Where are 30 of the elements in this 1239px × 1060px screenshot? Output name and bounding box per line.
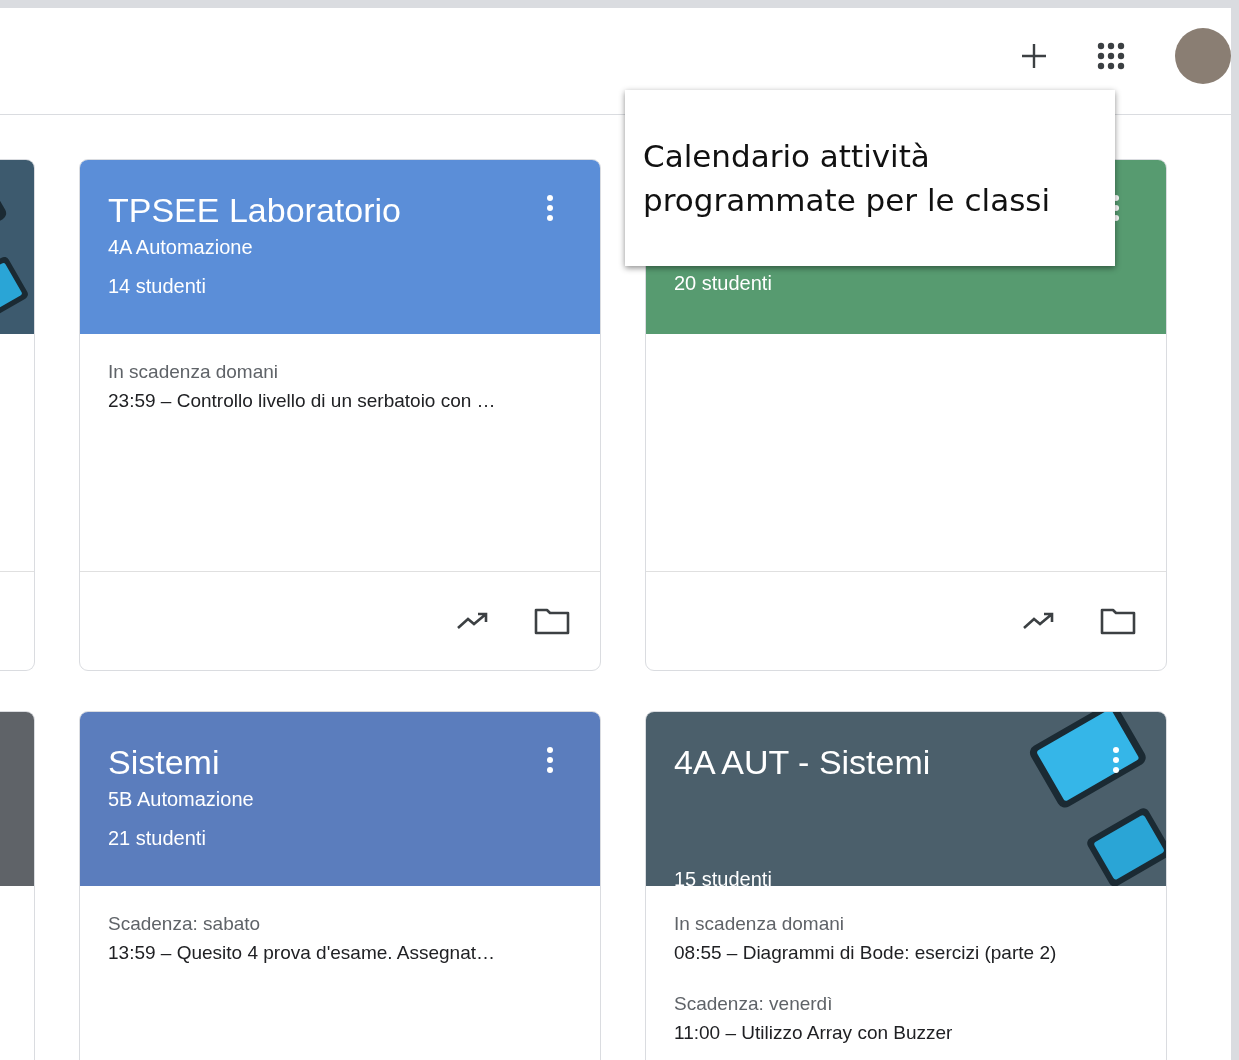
folder-icon[interactable] bbox=[534, 607, 570, 635]
avatar[interactable] bbox=[1175, 28, 1231, 84]
trending-up-icon[interactable] bbox=[1022, 611, 1056, 631]
student-count: 14 studenti bbox=[108, 275, 207, 298]
partial-class-card[interactable] bbox=[0, 711, 35, 1060]
student-count: 20 studenti bbox=[674, 272, 773, 295]
student-count: 15 studenti bbox=[674, 868, 773, 891]
due-label: Scadenza: venerdì bbox=[674, 992, 834, 1016]
class-section: 4A Automazione bbox=[108, 236, 572, 259]
assignment-link[interactable]: 13:59 – Quesito 4 prova d'esame. Assegnat… bbox=[108, 938, 572, 968]
assignment-link[interactable]: 23:59 – Controllo livello di un serbatoio con … bbox=[108, 386, 572, 416]
assignment-link[interactable]: 11:00 – Utilizzo Array con Buzzer bbox=[674, 1018, 1138, 1048]
class-card[interactable]: TPSEE Laboratorio 4A Automazione 14 studenti In scadenza domani 23:59 – Controllo livello di un serbatoio con … bbox=[79, 159, 601, 671]
class-title[interactable]: Sistemi bbox=[108, 740, 572, 784]
more-options-icon[interactable] bbox=[1112, 746, 1120, 774]
trending-up-icon[interactable] bbox=[456, 611, 490, 631]
assignment-link[interactable]: 08:55 – Diagrammi di Bode: esercizi (parte 2) bbox=[674, 938, 1138, 968]
tooltip: Calendario attività programmate per le classi bbox=[625, 90, 1115, 266]
due-label: In scadenza domani bbox=[674, 912, 846, 936]
plus-icon[interactable] bbox=[1021, 43, 1047, 69]
class-section: 5B Automazione bbox=[108, 788, 572, 811]
due-label: Scadenza: sabato bbox=[108, 912, 262, 936]
folder-icon[interactable] bbox=[1100, 607, 1136, 635]
class-card[interactable]: 4A AUT - Sistemi 15 studenti In scadenza domani 08:55 – Diagrammi di Bode: esercizi (parte 2) Scadenza: venerdì 11:00 – Utilizzo Array con Buzzer bbox=[645, 711, 1167, 1060]
due-label: In scadenza domani bbox=[108, 360, 280, 384]
class-card[interactable]: Sistemi 5B Automazione 21 studenti Scadenza: sabato 13:59 – Quesito 4 prova d'esame. Assegnat… bbox=[79, 711, 601, 1060]
student-count: 21 studenti bbox=[108, 827, 207, 850]
class-title[interactable]: 4A AUT - Sistemi bbox=[674, 740, 1138, 784]
partial-class-card[interactable] bbox=[0, 159, 35, 671]
apps-grid-icon[interactable] bbox=[1097, 42, 1125, 70]
